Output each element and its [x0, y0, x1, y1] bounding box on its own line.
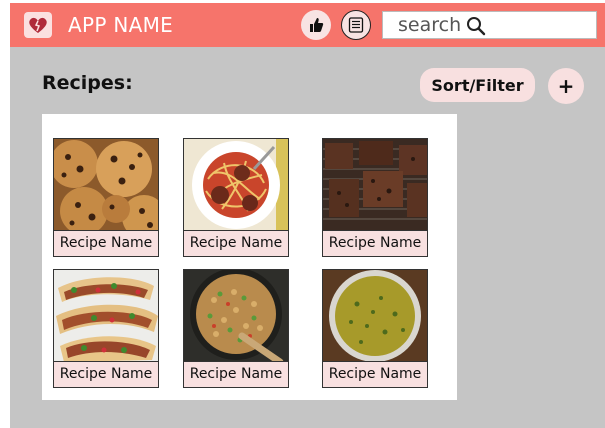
- thumbs-up-icon: [310, 18, 324, 32]
- like-button[interactable]: [301, 10, 331, 40]
- recipe-name[interactable]: Recipe Name: [53, 230, 159, 257]
- recipe-image-cookies[interactable]: [53, 138, 159, 230]
- recipe-image-soup[interactable]: [322, 269, 428, 361]
- recipe-card[interactable]: Recipe Name: [183, 138, 289, 257]
- recipe-name[interactable]: Recipe Name: [183, 361, 289, 388]
- recipe-card[interactable]: Recipe Name: [322, 269, 428, 388]
- recipe-name[interactable]: Recipe Name: [183, 230, 289, 257]
- app-name: APP NAME: [68, 13, 174, 37]
- list-icon: [348, 17, 364, 33]
- recipe-image-brownies[interactable]: [322, 138, 428, 230]
- search-icon[interactable]: [466, 16, 486, 36]
- page-title: Recipes:: [42, 72, 133, 94]
- recipe-name[interactable]: Recipe Name: [322, 230, 428, 257]
- recipe-card[interactable]: Recipe Name: [322, 138, 428, 257]
- recipe-image-tacos[interactable]: [53, 269, 159, 361]
- search-input[interactable]: search: [382, 11, 597, 39]
- top-bar: APP NAME search: [10, 3, 605, 47]
- recipe-image-spaghetti[interactable]: [183, 138, 289, 230]
- search-placeholder: search: [398, 14, 462, 36]
- list-button[interactable]: [341, 10, 371, 40]
- recipe-name[interactable]: Recipe Name: [53, 361, 159, 388]
- recipe-card[interactable]: Recipe Name: [53, 269, 159, 388]
- app-window: APP NAME search Recipes: Sort/Filter + R…: [10, 3, 605, 428]
- add-recipe-button[interactable]: +: [548, 68, 584, 104]
- recipe-name[interactable]: Recipe Name: [322, 361, 428, 388]
- recipe-image-fried-rice[interactable]: [183, 269, 289, 361]
- recipe-card[interactable]: Recipe Name: [53, 138, 159, 257]
- recipe-grid: Recipe Name Recipe Name Recipe Name Reci…: [42, 114, 457, 400]
- sort-filter-button[interactable]: Sort/Filter: [420, 68, 535, 102]
- recipe-card[interactable]: Recipe Name: [183, 269, 289, 388]
- heart-logo-icon[interactable]: [24, 12, 52, 38]
